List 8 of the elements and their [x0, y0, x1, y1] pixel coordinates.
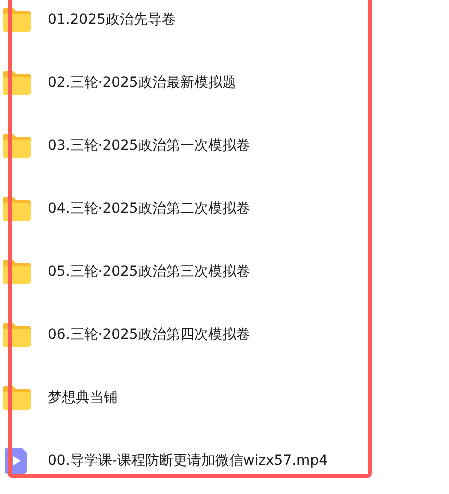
- file-name[interactable]: 06.三轮·2025政治第四次模拟卷: [48, 326, 250, 344]
- file-name[interactable]: 00.导学课-课程防断更请加微信wizx57.mp4: [48, 452, 328, 470]
- file-name[interactable]: 02.三轮·2025政治最新模拟题: [48, 74, 236, 92]
- file-name[interactable]: 01.2025政治先导卷: [48, 11, 176, 29]
- file-name[interactable]: 05.三轮·2025政治第三次模拟卷: [48, 263, 250, 281]
- file-name[interactable]: 梦想典当铺: [48, 389, 118, 407]
- file-name[interactable]: 04.三轮·2025政治第二次模拟卷: [48, 200, 250, 218]
- file-name[interactable]: 03.三轮·2025政治第一次模拟卷: [48, 137, 250, 155]
